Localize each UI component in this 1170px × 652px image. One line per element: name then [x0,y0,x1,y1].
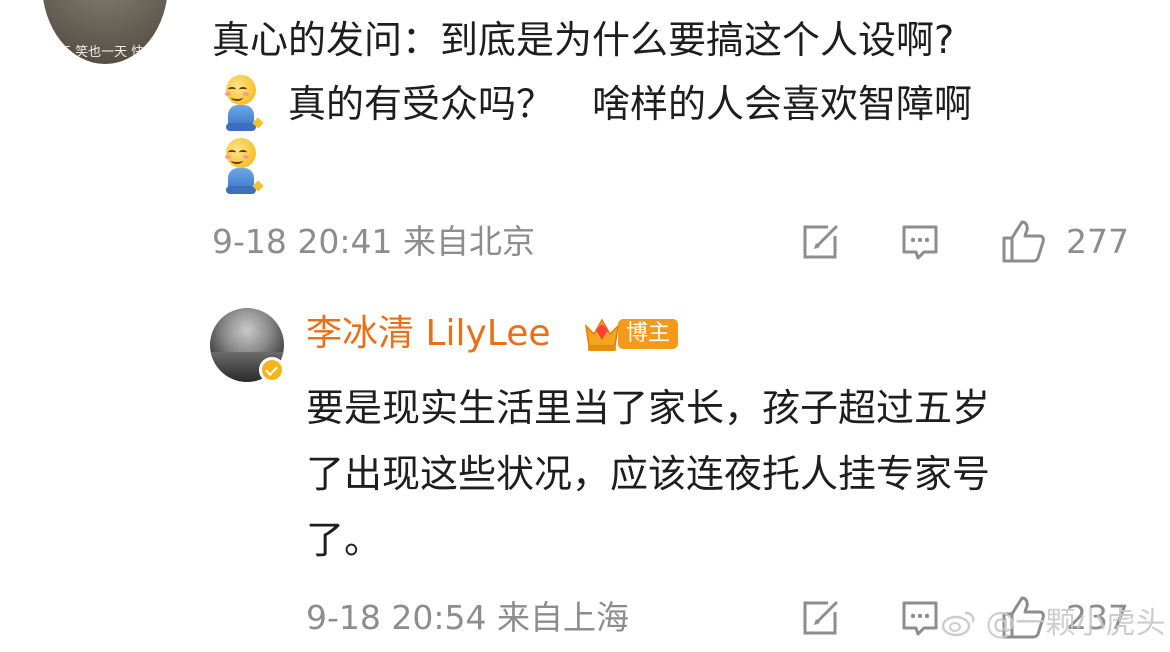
reply-time: 9-18 20:54 来自上海 [306,598,629,637]
watermark-text: @一颗小虎头 [985,606,1166,641]
edit-icon[interactable] [800,222,840,262]
top-comment-time: 9-18 20:41 来自北京 [212,222,535,261]
avatar-caption: 天 笑也一天 快 [58,45,145,60]
blogger-badge: 博主 [618,319,679,349]
crown-badge-icon [584,318,620,351]
comment-icon[interactable] [900,222,940,262]
top-comment-line3 [222,138,264,196]
weibo-logo-icon [941,611,975,637]
watermark: @一颗小虎头 [941,604,1166,644]
top-comment-line2: 真的有受众吗？ 啥样的人会喜欢智障啊 [222,74,972,134]
comment-icon[interactable] [900,598,940,638]
reply-line2: 了出现这些状况，应该连夜托人挂专家号 [306,452,991,496]
reply-username[interactable]: 李冰清 LilyLee [306,312,551,356]
reply-line3: 了。 [306,518,383,562]
sitting-smile-emoji-icon [222,138,264,196]
reply-line1: 要是现实生活里当了家长，孩子超过五岁 [306,386,991,430]
top-comment-line2-text: 真的有受众吗？ 啥样的人会喜欢智障啊 [288,82,973,126]
top-comment-line1: 真心的发问：到底是为什么要搞这个人设啊? [212,18,955,62]
top-comment-avatar[interactable]: 天 笑也一天 快 [42,0,168,64]
like-icon[interactable] [1000,218,1046,264]
top-comment-like-count: 277 [1066,222,1129,261]
sitting-smile-emoji-icon [222,75,264,133]
edit-icon[interactable] [800,598,840,638]
verified-icon [259,357,285,383]
